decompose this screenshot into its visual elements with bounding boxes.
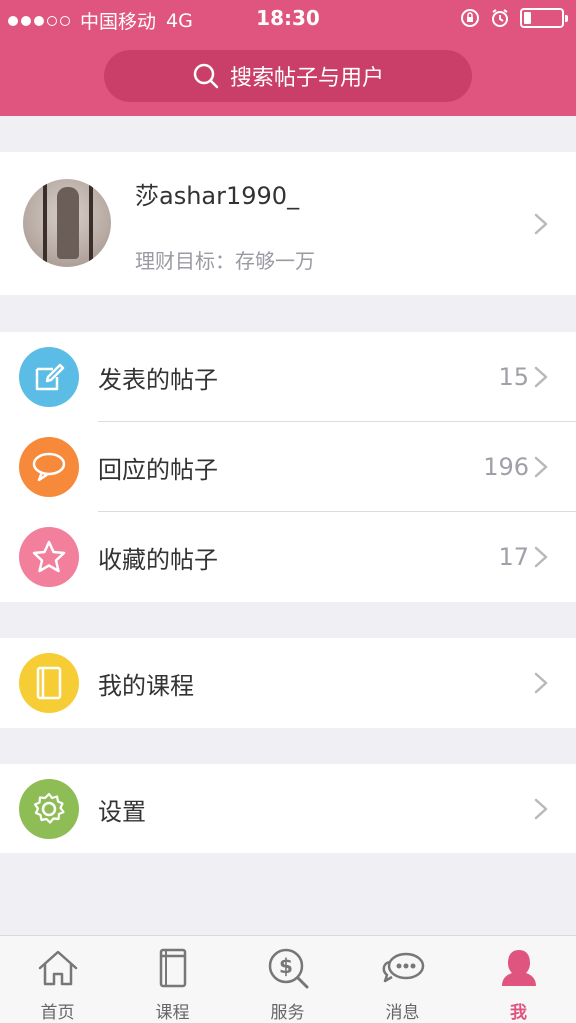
- edit-icon: [19, 347, 79, 407]
- person-icon: [501, 950, 536, 986]
- replied-label: 回应的帖子: [98, 455, 218, 484]
- tab-me[interactable]: 我: [461, 936, 576, 1023]
- favorites-count: 17: [498, 543, 529, 571]
- profile-goal: 理财目标：存够一万: [135, 249, 315, 273]
- avatar[interactable]: [23, 179, 111, 267]
- chevron-right-icon: [534, 546, 548, 568]
- course-icon: [159, 948, 186, 988]
- chat-bubble-icon: [19, 437, 79, 497]
- replied-count: 196: [483, 453, 529, 481]
- orientation-lock-icon: [461, 9, 479, 27]
- list-item-replied[interactable]: 回应的帖子 196: [0, 422, 576, 512]
- tab-me-label: 我: [510, 1003, 527, 1023]
- chevron-right-icon: [534, 213, 548, 235]
- message-icon: [382, 952, 424, 983]
- alarm-icon: [492, 9, 508, 27]
- status-bar: 中国移动 4G 18:30: [0, 0, 576, 38]
- posts-section: 发表的帖子 15 回应的帖子 196 收藏的帖子 17: [0, 332, 576, 602]
- posted-count: 15: [498, 363, 529, 391]
- list-item-favorites[interactable]: 收藏的帖子 17: [0, 512, 576, 602]
- svg-text:$: $: [279, 954, 293, 978]
- list-item-settings[interactable]: 设置: [0, 764, 576, 854]
- tab-service[interactable]: $ 服务: [230, 936, 345, 1023]
- tab-message-label: 消息: [385, 1003, 420, 1023]
- tab-home[interactable]: 首页: [0, 936, 115, 1023]
- settings-label: 设置: [98, 797, 146, 826]
- search-bar[interactable]: 搜索帖子与用户: [104, 50, 472, 102]
- search-icon: [193, 63, 219, 89]
- settings-section: 设置: [0, 764, 576, 853]
- tab-service-label: 服务: [270, 1003, 305, 1023]
- star-icon: [19, 527, 79, 587]
- posted-label: 发表的帖子: [98, 365, 218, 394]
- chevron-right-icon: [534, 456, 548, 478]
- service-icon: $: [268, 948, 308, 989]
- chevron-right-icon: [534, 798, 548, 820]
- list-item-my-courses[interactable]: 我的课程: [0, 638, 576, 728]
- tab-course[interactable]: 课程: [115, 936, 230, 1023]
- courses-section: 我的课程: [0, 638, 576, 728]
- search-placeholder: 搜索帖子与用户: [229, 66, 384, 91]
- book-icon: [19, 653, 79, 713]
- my-courses-label: 我的课程: [98, 671, 194, 700]
- home-icon: [38, 950, 77, 986]
- gear-icon: [19, 779, 79, 839]
- chevron-right-icon: [534, 672, 548, 694]
- header: 中国移动 4G 18:30 搜索帖子与用户: [0, 0, 576, 116]
- profile-username: 莎ashar1990_: [135, 182, 300, 210]
- status-right: [460, 8, 568, 28]
- tab-bar: 首页 课程 $ 服务 消息 我: [0, 935, 576, 1023]
- tab-course-label: 课程: [155, 1003, 190, 1023]
- battery-icon: [520, 8, 568, 28]
- tab-home-label: 首页: [40, 1003, 75, 1023]
- favorites-label: 收藏的帖子: [98, 545, 218, 574]
- tab-message[interactable]: 消息: [345, 936, 460, 1023]
- chevron-right-icon: [534, 366, 548, 388]
- list-item-posted[interactable]: 发表的帖子 15: [0, 332, 576, 422]
